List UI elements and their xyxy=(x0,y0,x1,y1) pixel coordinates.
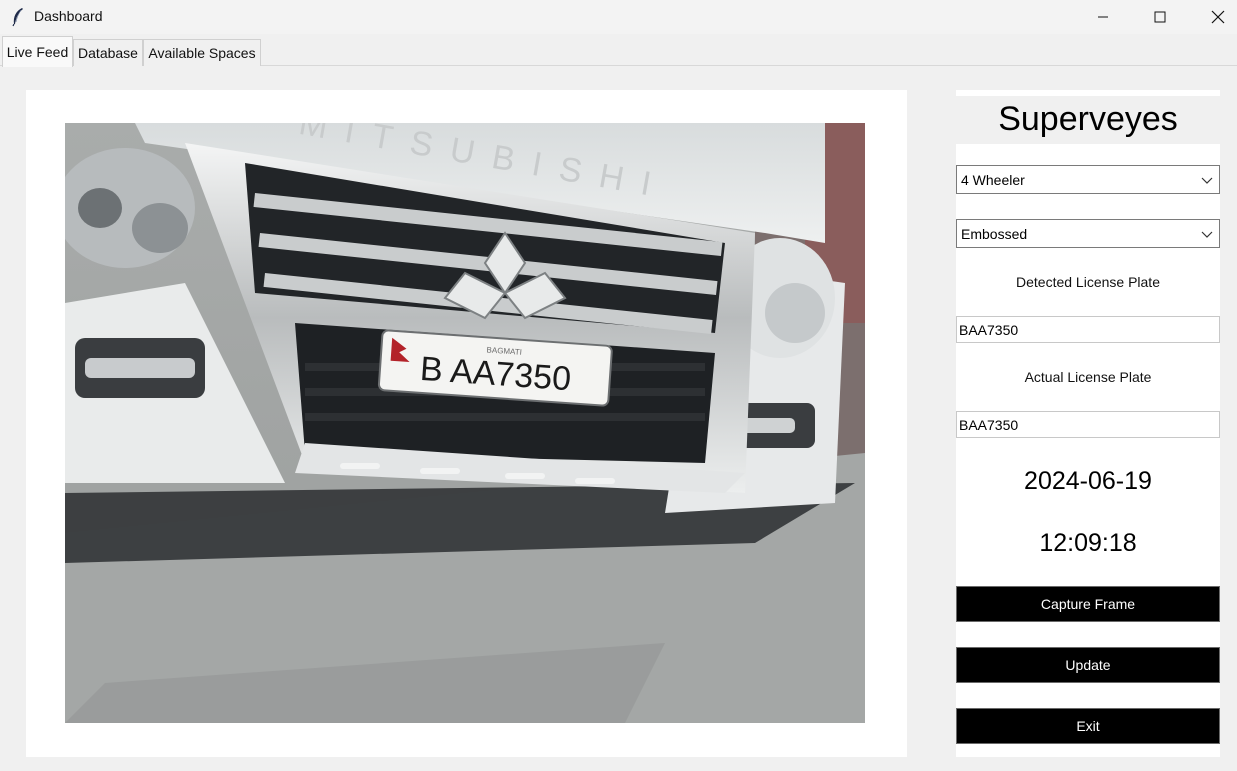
camera-frame-illustration: MITSUBISHI BAGMATI B AA7350 xyxy=(65,123,865,723)
update-button[interactable]: Update xyxy=(956,647,1220,683)
capture-frame-button[interactable]: Capture Frame xyxy=(956,586,1220,622)
tab-available-spaces[interactable]: Available Spaces xyxy=(143,39,261,66)
chevron-down-icon xyxy=(1201,231,1213,238)
control-panel: Superveyes 4 Wheeler Embossed Detected L… xyxy=(956,90,1220,757)
actual-plate-label: Actual License Plate xyxy=(1024,369,1152,385)
time-display: 12:09:18 xyxy=(1039,529,1137,557)
title-bar: Dashboard xyxy=(0,0,1237,34)
date-display: 2024-06-19 xyxy=(1024,467,1152,495)
exit-button[interactable]: Exit xyxy=(956,708,1220,744)
close-icon xyxy=(1211,10,1225,24)
minimize-button[interactable] xyxy=(1075,0,1131,34)
detected-plate-field[interactable]: BAA7350 xyxy=(956,316,1220,343)
maximize-button[interactable] xyxy=(1132,0,1188,34)
feather-icon xyxy=(12,8,23,27)
plate-type-value: Embossed xyxy=(961,225,1028,242)
actual-plate-field[interactable]: BAA7350 xyxy=(956,411,1220,438)
tab-database[interactable]: Database xyxy=(73,39,143,66)
brand-title: Superveyes xyxy=(998,100,1178,138)
detected-plate-label: Detected License Plate xyxy=(1016,274,1160,290)
camera-feed-image: MITSUBISHI BAGMATI B AA7350 xyxy=(65,123,865,723)
video-panel: MITSUBISHI BAGMATI B AA7350 xyxy=(26,90,907,757)
maximize-icon xyxy=(1154,11,1166,23)
vehicle-type-value: 4 Wheeler xyxy=(961,171,1025,188)
minimize-icon xyxy=(1098,16,1108,18)
window-title: Dashboard xyxy=(34,8,103,24)
vehicle-type-select[interactable]: 4 Wheeler xyxy=(956,165,1220,194)
close-button[interactable] xyxy=(1190,0,1237,34)
chevron-down-icon xyxy=(1201,177,1213,184)
plate-type-select[interactable]: Embossed xyxy=(956,219,1220,248)
tab-bar: Live Feed Database Available Spaces xyxy=(0,36,1237,67)
tab-live-feed[interactable]: Live Feed xyxy=(2,36,73,67)
